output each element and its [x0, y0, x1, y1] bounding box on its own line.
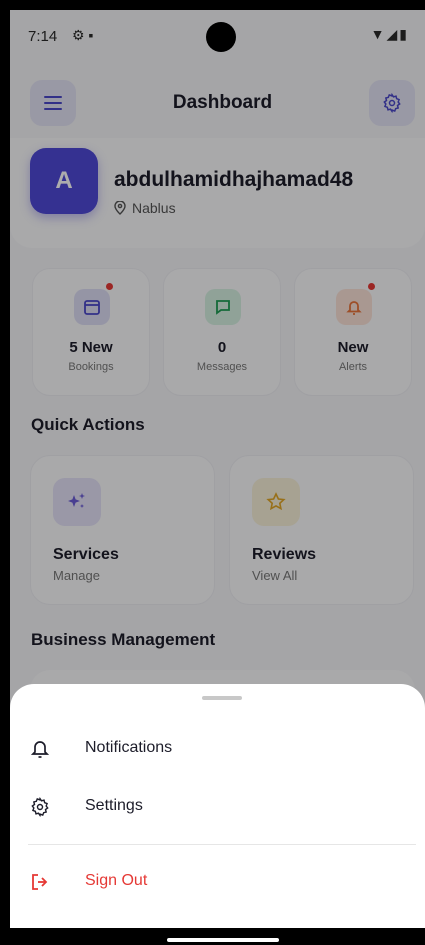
gear-icon: [28, 795, 52, 819]
sheet-item-notifications[interactable]: Notifications: [10, 724, 425, 774]
logout-icon: [28, 870, 52, 894]
home-gesture-handle[interactable]: [167, 938, 279, 942]
bottom-sheet: Notifications Settings Sign Out: [10, 684, 425, 928]
bell-icon: [28, 737, 52, 761]
sheet-divider: [28, 844, 416, 845]
sheet-item-label: Notifications: [85, 739, 173, 756]
sheet-item-sign-out[interactable]: Sign Out: [10, 857, 425, 907]
sheet-item-label: Settings: [85, 797, 143, 814]
sheet-item-label: Sign Out: [85, 872, 148, 889]
sheet-item-settings[interactable]: Settings: [10, 782, 425, 832]
app-screen: 7:14 ⚙ ▪ ▼◢▮ Dashboard A abdulhamidhajha…: [10, 10, 425, 928]
sheet-drag-handle[interactable]: [202, 696, 242, 700]
system-nav-bar: [0, 928, 425, 945]
